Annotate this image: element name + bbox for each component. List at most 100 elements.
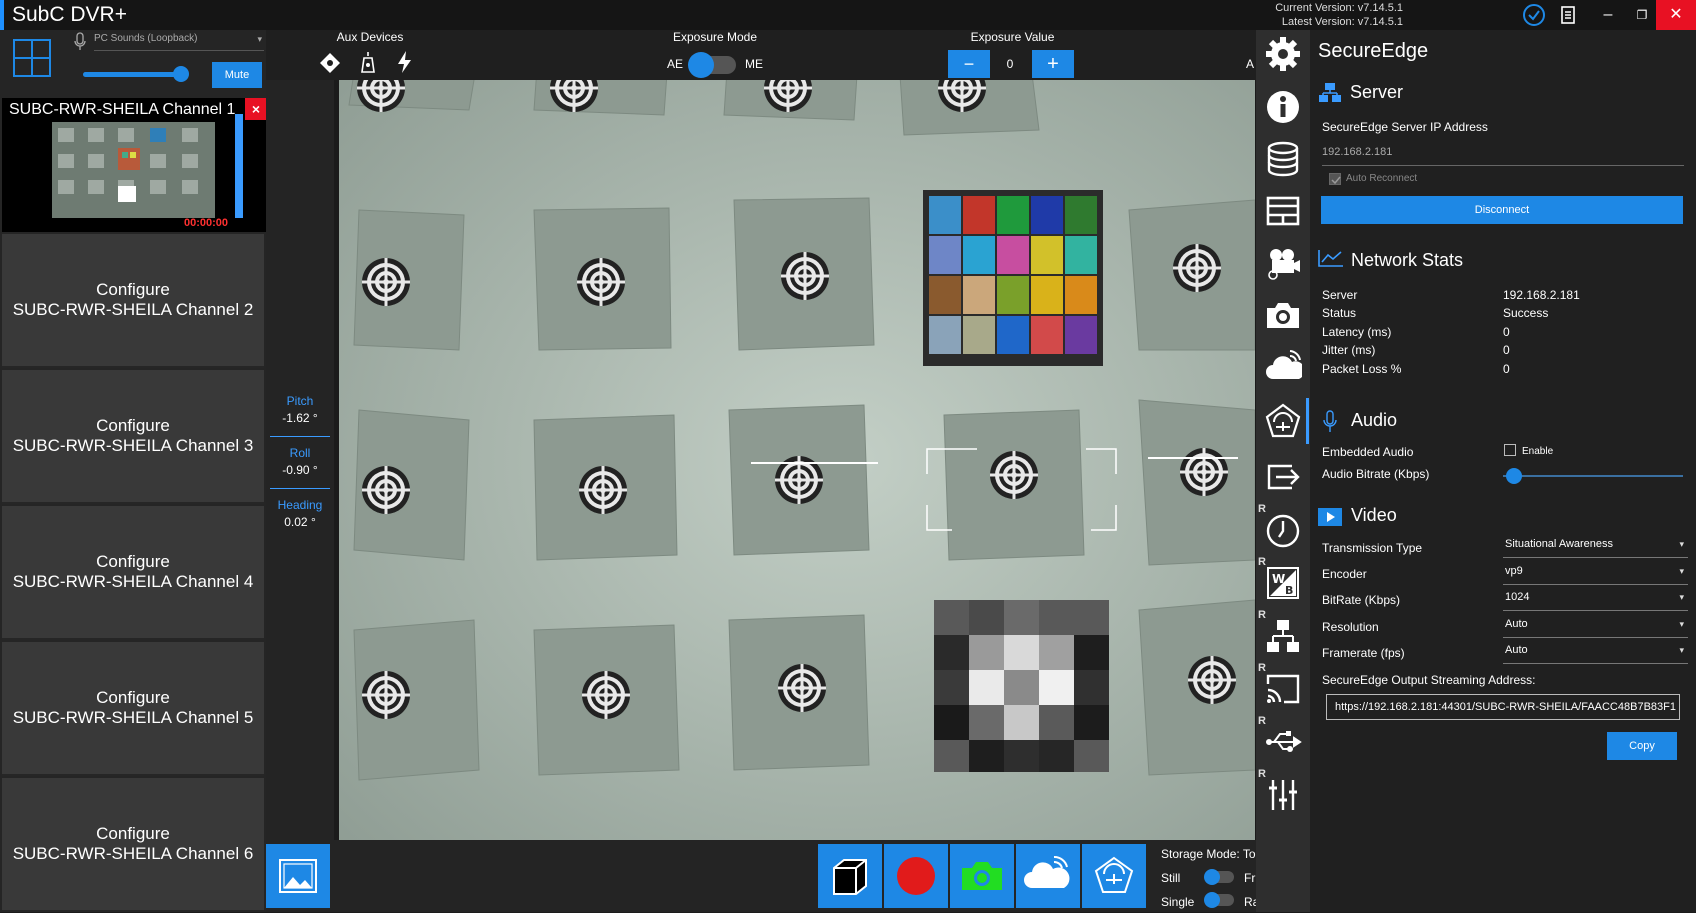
enable-audio-checkbox[interactable]	[1504, 444, 1516, 456]
copy-button[interactable]: Copy	[1607, 732, 1677, 760]
record-button[interactable]	[884, 844, 948, 908]
still-toggle[interactable]	[1204, 869, 1234, 885]
configure-label: Configure	[96, 824, 170, 843]
select-value: vp9	[1505, 565, 1523, 577]
layout-button[interactable]	[1256, 186, 1310, 236]
channel-1-preview[interactable]: SUBC-RWR-SHEILA Channel 1 × 00:00:00	[2, 98, 268, 232]
auto-reconnect-checkbox[interactable]	[1329, 173, 1341, 185]
snapshot-button[interactable]	[950, 844, 1014, 908]
chevron-down-icon: ▾	[1679, 645, 1684, 655]
bitrate-select[interactable]: 1024 ▾	[1503, 587, 1688, 611]
video-icon	[1318, 508, 1342, 526]
configure-channel-4-button[interactable]: Configure SUBC-RWR-SHEILA Channel 4	[2, 506, 264, 640]
roll-label: Roll	[289, 446, 311, 460]
stat-label: Status	[1322, 306, 1357, 320]
secureedge-button[interactable]	[1082, 844, 1146, 908]
close-window-button[interactable]: ✕	[1656, 0, 1696, 30]
schedule-button[interactable]	[1256, 505, 1310, 555]
storage-button[interactable]	[1256, 134, 1310, 184]
single-toggle[interactable]	[1204, 892, 1234, 908]
configure-label: Configure	[96, 552, 170, 571]
notes-icon[interactable]	[1558, 5, 1578, 25]
cloud-icon	[1266, 350, 1302, 379]
framerate-select[interactable]: Auto ▾	[1503, 640, 1688, 664]
network-button[interactable]	[1256, 611, 1310, 661]
stream-address-field[interactable]: https://192.168.2.181:44301/SUBC-RWR-SHE…	[1326, 694, 1680, 720]
3d-view-button[interactable]	[818, 844, 882, 908]
database-icon	[1267, 141, 1299, 177]
cloud-stream-button[interactable]	[1016, 844, 1080, 908]
configure-label: Configure	[96, 416, 170, 435]
cloud-settings-button[interactable]	[1256, 342, 1310, 392]
settings-gear-button[interactable]	[1256, 29, 1310, 79]
heading-value: 0.02 °	[284, 515, 316, 529]
volume-fill	[83, 72, 181, 77]
output-button[interactable]	[1256, 452, 1310, 502]
gallery-button[interactable]	[266, 844, 330, 908]
audio-bitrate-slider[interactable]	[1503, 468, 1683, 484]
chevron-down-icon: ▾	[1679, 592, 1684, 602]
info-button[interactable]	[1256, 82, 1310, 132]
secureedge-settings-button[interactable]	[1256, 396, 1310, 446]
server-icon	[1318, 82, 1342, 104]
flash-icon[interactable]	[395, 50, 413, 74]
audio-source-select[interactable]: PC Sounds (Loopback) ▾	[94, 33, 264, 51]
cube-icon	[833, 859, 867, 895]
camera-icon	[1267, 303, 1299, 328]
video-settings-button[interactable]	[1256, 238, 1310, 288]
configure-channel-3-button[interactable]: Configure SUBC-RWR-SHEILA Channel 3	[2, 370, 264, 504]
laser-icon[interactable]	[319, 52, 341, 74]
live-video-feed[interactable]	[339, 80, 1255, 840]
toggle-thumb	[688, 52, 714, 78]
configure-channel-2-button[interactable]: Configure SUBC-RWR-SHEILA Channel 2	[2, 234, 264, 368]
lamp-icon[interactable]	[359, 50, 377, 76]
configure-label: Configure	[96, 280, 170, 299]
white-balance-button[interactable]: WB	[1256, 558, 1310, 608]
stream-address-label: SecureEdge Output Streaming Address:	[1322, 673, 1536, 687]
select-value: 1024	[1505, 591, 1530, 603]
sliders-icon	[1269, 780, 1297, 810]
chevron-down-icon: ▾	[257, 34, 262, 44]
transmission-type-select[interactable]: Situational Awareness ▾	[1503, 534, 1688, 558]
gallery-icon	[279, 859, 317, 893]
configure-channel-6-button[interactable]: Configure SUBC-RWR-SHEILA Channel 6	[2, 778, 264, 912]
volume-slider[interactable]	[83, 66, 189, 82]
grid-layout-icon[interactable]	[13, 39, 51, 77]
channel-name: SUBC-RWR-SHEILA Channel 2	[12, 300, 254, 319]
microphone-icon	[1322, 410, 1338, 434]
exposure-increase-button[interactable]: +	[1032, 50, 1074, 78]
select-value: Auto	[1505, 644, 1528, 656]
resolution-select[interactable]: Auto ▾	[1503, 614, 1688, 638]
bitrate-label: BitRate (Kbps)	[1322, 593, 1401, 607]
preview-timecode: 00:00:00	[183, 217, 228, 229]
exposure-decrease-button[interactable]: −	[948, 50, 990, 78]
divider	[270, 436, 330, 437]
preview-scrollbar[interactable]	[235, 114, 243, 218]
disconnect-button[interactable]: Disconnect	[1321, 196, 1683, 224]
cloud-icon	[1024, 855, 1070, 888]
audio-bitrate-label: Audio Bitrate (Kbps)	[1322, 467, 1430, 481]
exposure-mode-toggle[interactable]	[688, 52, 736, 78]
network-icon	[1267, 620, 1299, 652]
chevron-down-icon: ▾	[1679, 566, 1684, 576]
camera-settings-button[interactable]	[1256, 290, 1310, 340]
cast-icon	[1266, 674, 1300, 704]
enable-audio-label: Enable	[1522, 446, 1554, 457]
adjustments-button[interactable]	[1256, 770, 1310, 820]
configure-channel-5-button[interactable]: Configure SUBC-RWR-SHEILA Channel 5	[2, 642, 264, 776]
network-stats-title: Network Stats	[1351, 250, 1464, 270]
usb-button[interactable]	[1256, 717, 1310, 767]
info-icon	[1267, 91, 1299, 123]
record-icon	[897, 857, 935, 895]
svg-text:B: B	[1285, 584, 1293, 597]
encoder-select[interactable]: vp9 ▾	[1503, 561, 1688, 585]
resolution-label: Resolution	[1322, 620, 1379, 634]
cast-button[interactable]	[1256, 664, 1310, 714]
volume-thumb[interactable]	[172, 66, 189, 82]
server-ip-input[interactable]: 192.168.2.181	[1322, 142, 1684, 166]
toggle-thumb	[1204, 892, 1220, 908]
stat-label: Jitter (ms)	[1322, 343, 1376, 357]
mute-button[interactable]: Mute	[212, 62, 262, 88]
chevron-down-icon: ▾	[1679, 619, 1684, 629]
close-channel-button[interactable]: ×	[245, 98, 267, 120]
